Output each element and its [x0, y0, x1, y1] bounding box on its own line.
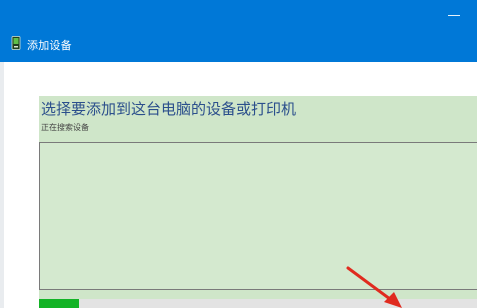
- minimize-icon: [448, 14, 460, 16]
- add-device-icon: [11, 36, 21, 50]
- search-progress-fill: [39, 299, 79, 308]
- device-list[interactable]: [39, 142, 477, 290]
- search-progress-bar: [39, 299, 477, 308]
- window-title: 添加设备: [27, 39, 72, 52]
- title-bar[interactable]: 添加设备: [0, 0, 477, 62]
- page-heading: 选择要添加到这台电脑的设备或打印机: [41, 100, 297, 118]
- search-status: 正在搜索设备: [41, 123, 89, 132]
- add-device-window: 添加设备 选择要添加到这台电脑的设备或打印机 正在搜索设备: [0, 0, 477, 308]
- minimize-button[interactable]: [431, 0, 477, 30]
- red-arrow-icon: [346, 266, 402, 308]
- device-search-panel: 选择要添加到这台电脑的设备或打印机 正在搜索设备: [39, 96, 477, 308]
